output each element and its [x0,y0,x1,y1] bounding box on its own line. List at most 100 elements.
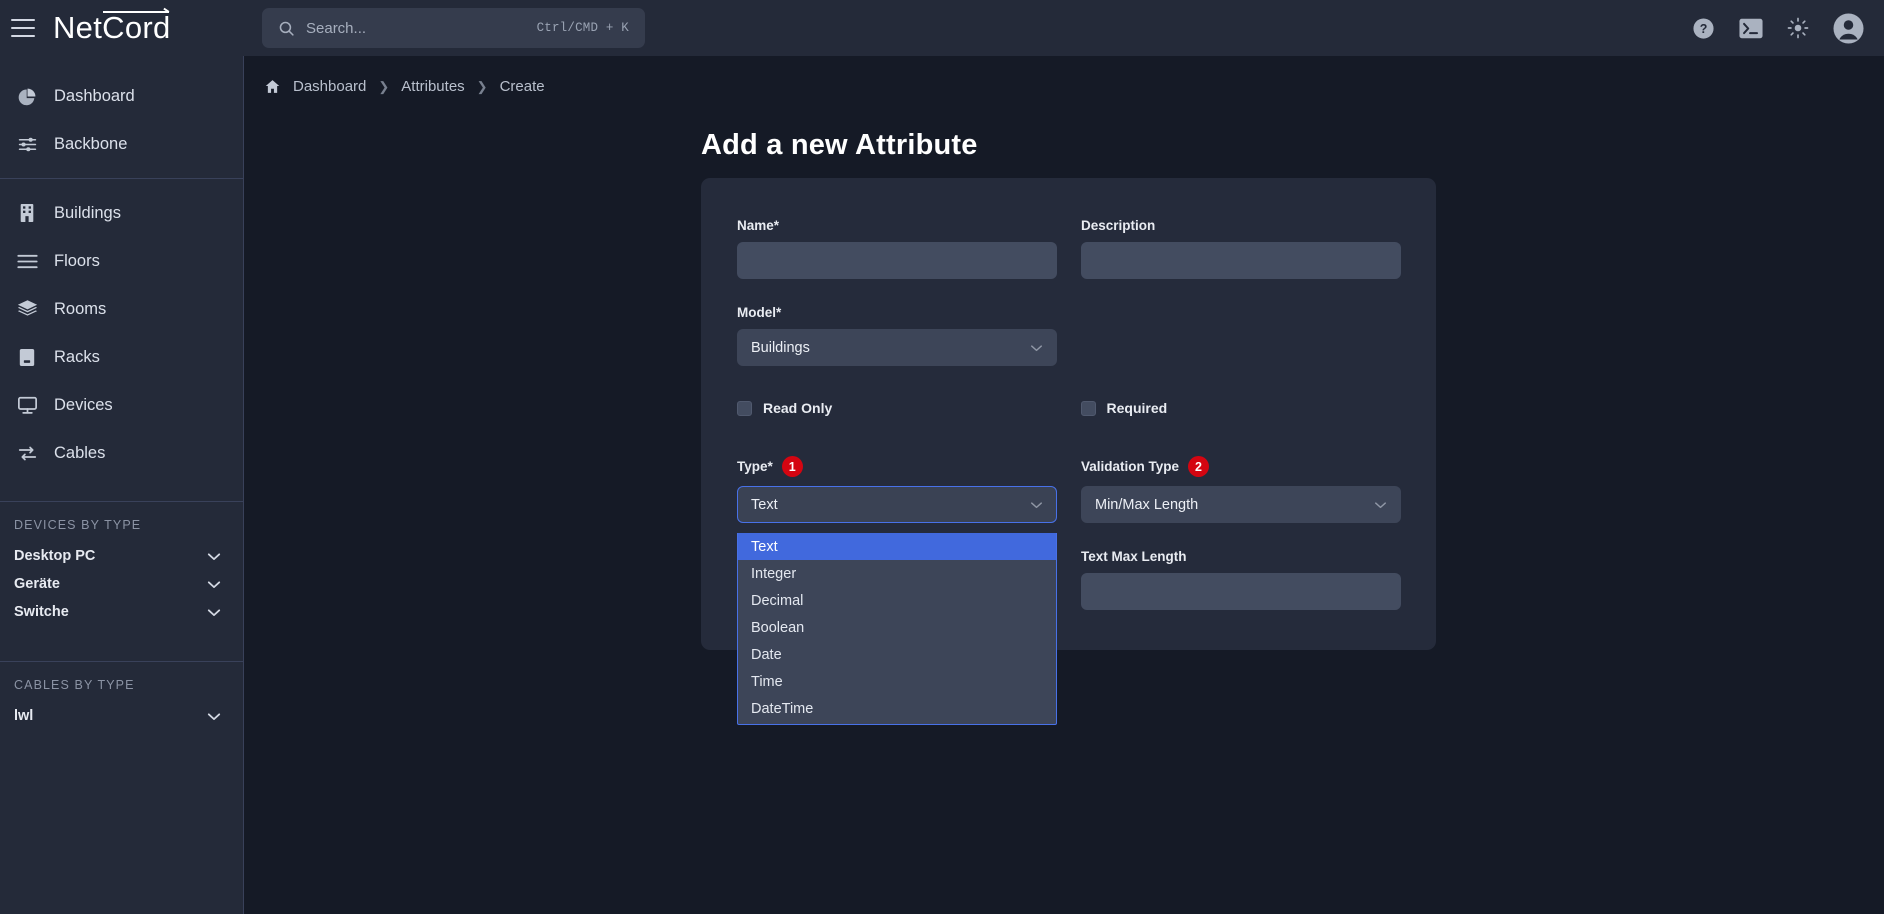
validation-type-label: Validation Type [1081,459,1179,474]
group-label: Desktop PC [14,548,95,564]
sidebar-item-racks[interactable]: Racks [0,333,243,381]
type-option[interactable]: Date [738,641,1056,668]
hamburger-menu-icon[interactable] [11,19,35,37]
group-label: lwl [14,708,33,724]
field-group-model-spacer [1081,305,1400,366]
rack-icon [14,346,40,368]
sidebar-divider-1 [0,178,243,179]
chevron-down-icon [1030,501,1043,509]
type-select-value: Text [751,497,778,513]
theme-toggle-button[interactable] [1787,17,1809,39]
sidebar-group-desktop-pc[interactable]: Desktop PC [0,542,243,570]
cable-arrows-icon [14,442,40,464]
required-checkbox[interactable] [1081,401,1096,416]
model-select[interactable]: Buildings [737,329,1057,366]
type-option[interactable]: Integer [738,560,1056,587]
field-group-model: Model* Buildings [737,305,1057,366]
sidebar: Dashboard Backbone [0,56,244,914]
form-row-model: Model* Buildings [737,305,1400,366]
description-input[interactable] [1081,242,1401,279]
breadcrumb-item-dashboard[interactable]: Dashboard [293,78,366,95]
spacer [1081,523,1401,549]
group-label: Geräte [14,576,60,592]
sun-icon [1787,17,1809,39]
home-icon [265,79,280,94]
topbar-icon-group: ? [1692,0,1864,56]
validation-type-step-badge: 2 [1188,456,1209,477]
pie-chart-icon [14,85,40,107]
read-only-label: Read Only [763,400,832,416]
attribute-form-card: Name* Description Model* Buildings [701,178,1436,650]
terminal-icon[interactable] [1739,18,1763,39]
user-avatar[interactable] [1833,13,1864,44]
breadcrumb: Dashboard ❯ Attributes ❯ Create [265,78,1884,95]
chevron-down-icon [1030,344,1043,352]
type-label: Type* [737,459,773,474]
sidebar-item-floors[interactable]: Floors [0,237,243,285]
sidebar-item-devices[interactable]: Devices [0,381,243,429]
layers-lines-icon [14,250,40,272]
field-group-validation-type: Validation Type 2 Min/Max Length Text Ma… [1081,456,1401,610]
name-input[interactable] [737,242,1057,279]
form-row-name-description: Name* Description [737,218,1400,279]
spacer [737,279,1400,305]
required-label: Required [1107,400,1168,416]
svg-text:?: ? [1700,21,1708,35]
breadcrumb-item-create[interactable]: Create [500,78,545,95]
sidebar-label: Backbone [54,135,127,154]
cables-by-type-heading: CABLES BY TYPE [0,672,243,702]
type-option[interactable]: DateTime [738,695,1056,722]
type-option[interactable]: Decimal [738,587,1056,614]
sidebar-label: Cables [54,444,105,463]
type-option[interactable]: Text [738,533,1056,560]
main-content: Dashboard ❯ Attributes ❯ Create Add a ne… [245,56,1884,914]
type-select[interactable]: Text [737,486,1057,523]
field-group-name: Name* [737,218,1057,279]
sidebar-item-buildings[interactable]: Buildings [0,189,243,237]
validation-type-select-value: Min/Max Length [1095,497,1198,513]
sidebar-label: Floors [54,252,100,271]
sidebar-group-geraete[interactable]: Geräte [0,570,243,598]
sidebar-item-backbone[interactable]: Backbone [0,120,243,168]
devices-by-type-heading: DEVICES BY TYPE [0,512,243,542]
user-avatar-icon [1833,13,1864,44]
breadcrumb-separator-icon: ❯ [477,79,488,95]
sidebar-item-dashboard[interactable]: Dashboard [0,72,243,120]
chevron-down-icon [207,580,221,589]
field-group-read-only[interactable]: Read Only [737,400,1057,416]
search-box[interactable]: Search... Ctrl/CMD + K [262,8,645,48]
text-max-length-label: Text Max Length [1081,549,1401,564]
search-icon [278,20,295,37]
sidebar-label: Devices [54,396,113,415]
logo-text-prefix: Net [53,10,102,45]
text-max-length-input[interactable] [1081,573,1401,610]
group-label: Switche [14,604,69,620]
sidebar-divider-3 [0,661,243,662]
sidebar-label: Racks [54,348,100,367]
sidebar-item-rooms[interactable]: Rooms [0,285,243,333]
sidebar-label: Rooms [54,300,106,319]
building-icon [14,202,40,224]
sidebar-divider-2 [0,501,243,502]
field-group-required[interactable]: Required [1081,400,1401,416]
chevron-down-icon [207,608,221,617]
breadcrumb-item-attributes[interactable]: Attributes [401,78,464,95]
type-option[interactable]: Boolean [738,614,1056,641]
sidebar-group-lwl[interactable]: lwl [0,702,243,730]
spacer [737,416,1400,456]
sidebar-item-cables[interactable]: Cables [0,429,243,477]
validation-type-select[interactable]: Min/Max Length [1081,486,1401,523]
type-option[interactable]: Time [738,668,1056,695]
chevron-down-icon [207,552,221,561]
help-icon[interactable]: ? [1692,17,1715,40]
spacer [737,366,1400,400]
app-logo[interactable]: NetCord [53,10,175,46]
sidebar-group-switche[interactable]: Switche [0,598,243,626]
chevron-down-icon [207,712,221,721]
model-label: Model* [737,305,1057,320]
sidebar-label: Buildings [54,204,121,223]
type-select-dropdown[interactable]: Text Integer Decimal Boolean Date Time D… [737,533,1057,725]
top-bar: NetCord Search... Ctrl/CMD + K ? [0,0,1884,56]
sliders-icon [14,133,40,155]
read-only-checkbox[interactable] [737,401,752,416]
